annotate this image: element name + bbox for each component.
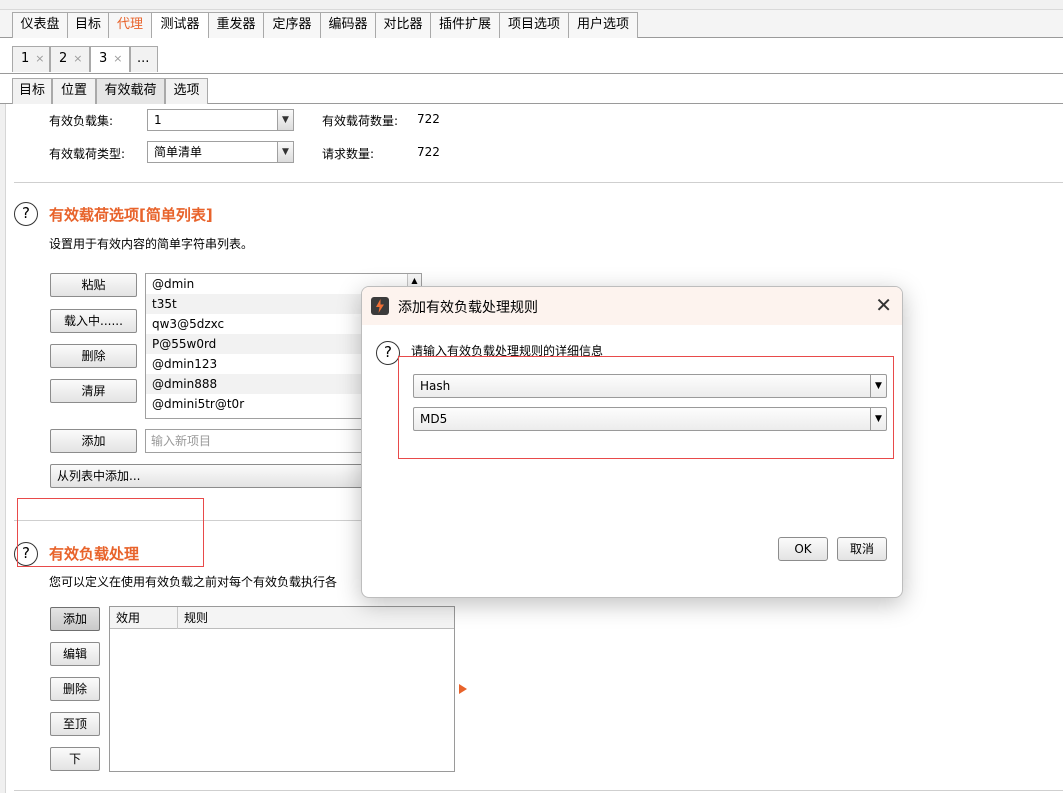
left-scroll-gutter bbox=[0, 104, 6, 793]
payload-type-label: 有效载荷类型: bbox=[49, 147, 126, 161]
tab-user-options[interactable]: 用户选项 bbox=[568, 12, 638, 38]
request-count-label: 请求数量: bbox=[322, 147, 375, 161]
tab-options[interactable]: 选项 bbox=[165, 78, 208, 104]
payload-count-label: 有效载荷数量: bbox=[322, 114, 399, 128]
attack-tab-1[interactable]: 1 × bbox=[12, 46, 50, 72]
tab-sequencer[interactable]: 定序器 bbox=[263, 12, 321, 38]
dialog-title: 添加有效负载处理规则 bbox=[398, 300, 538, 316]
table-header: 效用 规则 bbox=[110, 607, 454, 629]
request-count-value: 722 bbox=[417, 145, 440, 159]
burp-logo-icon bbox=[371, 297, 389, 315]
expand-arrow-icon[interactable] bbox=[459, 684, 467, 694]
help-icon[interactable]: ? bbox=[376, 341, 400, 365]
tab-project-options[interactable]: 项目选项 bbox=[499, 12, 569, 38]
tab-proxy[interactable]: 代理 bbox=[108, 12, 152, 38]
payload-type-value: 简单清单 bbox=[154, 145, 203, 159]
close-icon[interactable]: × bbox=[73, 52, 82, 65]
move-up-button[interactable]: 至顶 bbox=[50, 712, 100, 736]
payload-count-value: 722 bbox=[417, 112, 440, 126]
add-processing-rule-dialog: 添加有效负载处理规则 ✕ ? 请输入有效负载处理规则的详细信息 Hash ▼ M… bbox=[361, 286, 903, 598]
help-icon[interactable]: ? bbox=[14, 202, 38, 226]
intruder-sub-tabs: 目标 位置 有效载荷 选项 bbox=[0, 74, 1063, 104]
move-down-button[interactable]: 下 bbox=[50, 747, 100, 771]
tab-dashboard[interactable]: 仪表盘 bbox=[12, 12, 68, 38]
ok-button[interactable]: OK bbox=[778, 537, 828, 561]
tab-extender[interactable]: 插件扩展 bbox=[430, 12, 500, 38]
attack-tab-3[interactable]: 3 × bbox=[90, 46, 130, 72]
remove-button[interactable]: 删除 bbox=[50, 344, 137, 368]
attack-tab-bar: 1 × 2 × 3 × ... bbox=[0, 38, 1063, 74]
payload-set-value: 1 bbox=[154, 113, 162, 127]
remove-rule-button[interactable]: 删除 bbox=[50, 677, 100, 701]
add-from-list-select[interactable]: 从列表中添加... bbox=[50, 464, 370, 488]
column-enabled[interactable]: 效用 bbox=[110, 607, 178, 629]
main-tab-bar: 仪表盘 目标 代理 测试器 重发器 定序器 编码器 对比器 插件扩展 项目选项 … bbox=[0, 10, 1063, 39]
payload-set-label: 有效负载集: bbox=[49, 114, 114, 128]
chevron-down-icon: ▼ bbox=[277, 110, 293, 130]
attack-tab-label: 1 bbox=[21, 51, 30, 66]
dialog-titlebar[interactable]: 添加有效负载处理规则 ✕ bbox=[362, 287, 902, 325]
tab-positions[interactable]: 位置 bbox=[52, 78, 96, 104]
close-icon[interactable]: × bbox=[35, 52, 44, 65]
tab-comparer[interactable]: 对比器 bbox=[375, 12, 431, 38]
attack-tab-label: 3 bbox=[99, 51, 108, 66]
processing-rules-table[interactable]: 效用 规则 bbox=[109, 606, 455, 772]
section-divider bbox=[14, 182, 1063, 183]
window-title-strip bbox=[0, 0, 1063, 10]
close-icon[interactable]: ✕ bbox=[875, 293, 892, 317]
add-rule-button[interactable]: 添加 bbox=[50, 607, 100, 631]
new-attack-tab[interactable]: ... bbox=[130, 46, 158, 72]
highlight-box bbox=[17, 498, 204, 567]
payload-type-select[interactable]: 简单清单 ▼ bbox=[147, 141, 294, 163]
tab-decoder[interactable]: 编码器 bbox=[320, 12, 376, 38]
load-button[interactable]: 载入中...... bbox=[50, 309, 137, 333]
column-rule[interactable]: 规则 bbox=[178, 607, 456, 629]
edit-rule-button[interactable]: 编辑 bbox=[50, 642, 100, 666]
paste-button[interactable]: 粘贴 bbox=[50, 273, 137, 297]
section-divider bbox=[14, 790, 1063, 791]
clear-button[interactable]: 清屏 bbox=[50, 379, 137, 403]
tab-target[interactable]: 目标 bbox=[67, 12, 109, 38]
payload-set-select[interactable]: 1 ▼ bbox=[147, 109, 294, 131]
chevron-down-icon: ▼ bbox=[277, 142, 293, 162]
attack-tab-2[interactable]: 2 × bbox=[50, 46, 90, 72]
new-item-input[interactable]: 输入新项目 bbox=[145, 429, 375, 453]
payload-options-title: 有效载荷选项[简单列表] bbox=[49, 206, 213, 224]
cancel-button[interactable]: 取消 bbox=[837, 537, 887, 561]
tab-repeater[interactable]: 重发器 bbox=[208, 12, 264, 38]
payload-options-description: 设置用于有效内容的简单字符串列表。 bbox=[49, 237, 254, 251]
tab-target-sub[interactable]: 目标 bbox=[12, 78, 52, 104]
tab-intruder[interactable]: 测试器 bbox=[151, 12, 209, 39]
attack-tab-label: 2 bbox=[59, 51, 68, 66]
highlight-box bbox=[398, 356, 894, 459]
close-icon[interactable]: × bbox=[113, 52, 122, 65]
tab-payloads[interactable]: 有效载荷 bbox=[96, 78, 165, 104]
payload-processing-description: 您可以定义在使用有效负载之前对每个有效负载执行各 bbox=[49, 575, 338, 589]
add-item-button[interactable]: 添加 bbox=[50, 429, 137, 453]
